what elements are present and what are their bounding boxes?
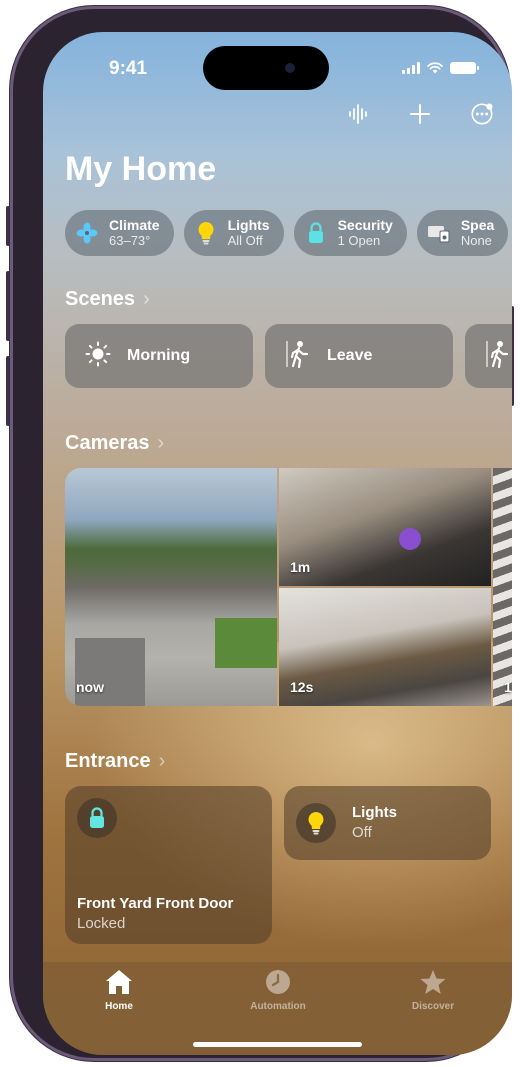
summary-pills: Climate 63–73° Lights All Off Security 1… (65, 210, 509, 256)
lock-icon (304, 221, 328, 245)
pill-climate[interactable]: Climate 63–73° (65, 210, 174, 256)
cameras-section-title[interactable]: Cameras › (65, 432, 164, 455)
chevron-right-icon: › (157, 432, 165, 454)
pill-subtitle: 63–73° (109, 233, 151, 248)
tile-subtitle: Locked (77, 915, 126, 932)
camera-kitchen[interactable]: 12s (279, 588, 491, 706)
star-icon (420, 970, 446, 994)
camera-timestamp: now (76, 679, 104, 695)
page-title: My Home (65, 150, 217, 188)
house-icon (106, 970, 132, 994)
scenes-section-title[interactable]: Scenes › (65, 288, 150, 311)
entrance-section-title[interactable]: Entrance › (65, 750, 165, 773)
lightbulb-icon (194, 221, 218, 245)
camera-stairs[interactable]: 1 (493, 468, 512, 706)
signal-icon (402, 62, 420, 74)
pill-title: Security (337, 217, 393, 233)
phone-frame: 9:41 My Home Climate 63–73° Lights All O… (6, 6, 514, 1061)
top-toolbar (346, 102, 494, 126)
scene-leave[interactable]: Leave (265, 324, 453, 388)
camera-timestamp: 1m (290, 559, 311, 575)
status-icons (402, 62, 479, 74)
wifi-icon (427, 62, 443, 74)
fan-icon (75, 221, 99, 245)
pill-subtitle: All Off (227, 233, 263, 248)
scene-morning[interactable]: Morning (65, 324, 253, 388)
scene-label: Morning (127, 347, 191, 364)
entrance-title: Entrance (65, 750, 151, 772)
tab-automation[interactable]: Automation (228, 968, 328, 1012)
add-icon[interactable] (408, 102, 432, 126)
tab-home[interactable]: Home (69, 968, 169, 1012)
chevron-right-icon: › (143, 288, 150, 310)
scenes-title: Scenes (65, 288, 136, 310)
camera-garage-gym[interactable]: 1m (279, 468, 491, 586)
camera-timestamp: 1 (504, 679, 512, 695)
entrance-lights-tile[interactable]: Lights Off (284, 786, 491, 860)
pill-subtitle: None (460, 233, 492, 248)
walking-person-icon (285, 339, 311, 374)
battery-icon (450, 62, 479, 74)
camera-timestamp: 12s (290, 679, 314, 695)
dynamic-island (203, 46, 329, 90)
home-screen: 9:41 My Home Climate 63–73° Lights All O… (43, 32, 512, 1055)
tab-discover[interactable]: Discover (383, 968, 483, 1012)
pill-lights[interactable]: Lights All Off (183, 210, 284, 256)
tile-title: Front Yard Front Door (77, 895, 234, 912)
tab-label: Discover (411, 1001, 455, 1012)
camera-front-yard[interactable]: now (65, 468, 277, 706)
clock-icon (266, 970, 290, 994)
volume-up-button (6, 271, 10, 341)
tile-subtitle: Off (352, 824, 372, 841)
pill-title: Climate (109, 217, 160, 233)
chevron-right-icon: › (158, 750, 166, 772)
scene-partial[interactable] (465, 324, 512, 388)
volume-down-button (6, 356, 10, 426)
cameras-title: Cameras (65, 432, 150, 454)
pill-security[interactable]: Security 1 Open (293, 210, 407, 256)
tab-label: Home (105, 1001, 133, 1012)
pill-title: Lights (227, 217, 270, 233)
front-door-lock-tile[interactable]: Front Yard Front Door Locked (65, 786, 272, 944)
cameras-grid: now 1m 12s 1 (65, 468, 512, 706)
action-button (6, 206, 10, 246)
lightbulb-icon (296, 803, 336, 843)
pill-speakers[interactable]: Spea None (416, 210, 509, 256)
tab-label: Automation (250, 1001, 306, 1012)
intercom-icon[interactable] (346, 102, 370, 126)
status-bar: 9:41 (43, 32, 512, 92)
status-time: 9:41 (109, 58, 148, 79)
more-options-icon[interactable] (470, 102, 494, 126)
tile-title: Lights (352, 804, 397, 821)
tab-bar: Home Automation Discover (43, 962, 512, 1055)
scene-label: Leave (327, 347, 373, 364)
scenes-list: Morning Leave (65, 324, 512, 388)
pill-subtitle: 1 Open (337, 233, 381, 248)
lock-icon (77, 798, 117, 838)
sun-icon (85, 341, 111, 372)
pill-title: Spea (460, 217, 495, 233)
speaker-icon (427, 221, 451, 245)
home-indicator (193, 1042, 362, 1047)
walking-person-icon (485, 339, 511, 374)
